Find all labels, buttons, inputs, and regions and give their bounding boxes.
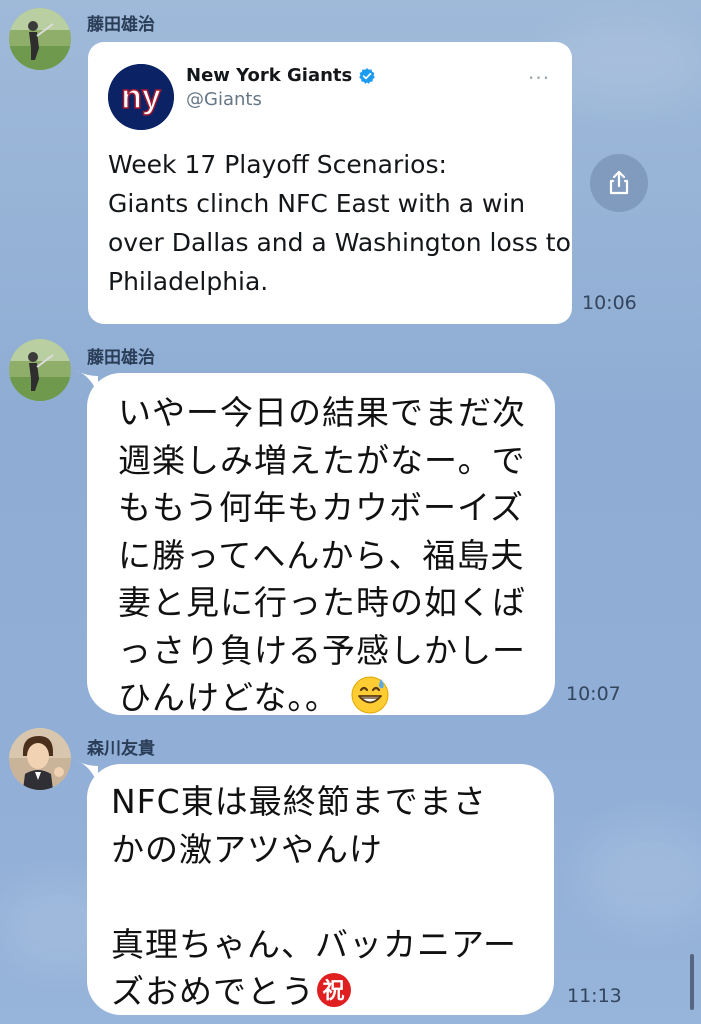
message-time: 10:06 [582,292,637,314]
grinning-sweat-emoji-icon [351,676,389,714]
more-options-icon[interactable]: ··· [528,66,550,90]
message-line-last: ズおめでとう 祝 [111,968,517,1016]
tweet-card[interactable]: ny New York Giants @Giants ··· Week 17 P… [88,42,572,324]
tweet-text-line: over Dallas and a Washington loss to [108,228,571,257]
message-text: NFC東は最終節までまさ かの激アツやんけ 真理ちゃん、バッカニアー ズおめでと… [111,778,517,1016]
message-line-last: ひんけどな。。 [118,674,526,722]
tweet-text-line: Week 17 Playoff Scenarios: [108,150,447,179]
tweet-text-line: Philadelphia. [108,267,269,296]
tweet-text: Week 17 Playoff Scenarios: Giants clinch… [108,145,571,301]
message-bubble[interactable]: いやー今日の結果でまだ次 週楽しみ増えたがなー。で ももう何年もカウボーイズ に… [87,373,555,717]
sender-name: 藤田雄治 [87,348,155,368]
tweet-account-name: New York Giants [186,65,353,86]
sender-name: 森川友貴 [87,739,155,759]
message-line: かの激アツやんけ [111,829,383,869]
message-line: に勝ってへんから、福島夫 [118,535,525,575]
share-icon [609,170,629,195]
avatar[interactable] [9,8,71,70]
message-line: っさり負ける予感しかしー [118,630,526,670]
avatar[interactable] [9,728,71,790]
congratulations-emoji-icon: 祝 [317,973,351,1007]
message-line [111,873,517,921]
verified-badge-icon [359,67,376,84]
message-time: 10:07 [566,683,621,705]
message-text: いやー今日の結果でまだ次 週楽しみ増えたがなー。で ももう何年もカウボーイズ に… [118,389,526,722]
message-line: いやー今日の結果でまだ次 [118,393,526,432]
message-line: ひんけどな。。 [118,678,339,717]
message-line: 妻と見に行った時の如くば [118,583,526,622]
background-cloud [580,820,701,930]
avatar[interactable] [9,339,71,401]
message-bubble[interactable]: NFC東は最終節までまさ かの激アツやんけ 真理ちゃん、バッカニアー ズおめでと… [87,764,554,1015]
message-time: 11:13 [567,985,622,1007]
sender-name: 藤田雄治 [87,15,155,35]
tweet-text-line: Giants clinch NFC East with a win [108,189,526,218]
scrollbar[interactable] [690,954,694,1010]
message-line: ズおめでとう [111,972,315,1011]
message-line: 真理ちゃん、バッカニアー [111,924,518,964]
congratulations-emoji-text: 祝 [322,979,345,1004]
giants-logo: ny [108,64,174,130]
message-line: NFC東は最終節までまさ [111,782,487,821]
giants-logo-text: ny [121,78,161,116]
tweet-account-row: New York Giants [186,65,376,86]
share-button[interactable] [590,154,648,212]
message-line: 週楽しみ増えたがなー。で [118,440,526,480]
message-line: ももう何年もカウボーイズ [118,488,525,527]
tweet-handle: @Giants [186,89,262,110]
